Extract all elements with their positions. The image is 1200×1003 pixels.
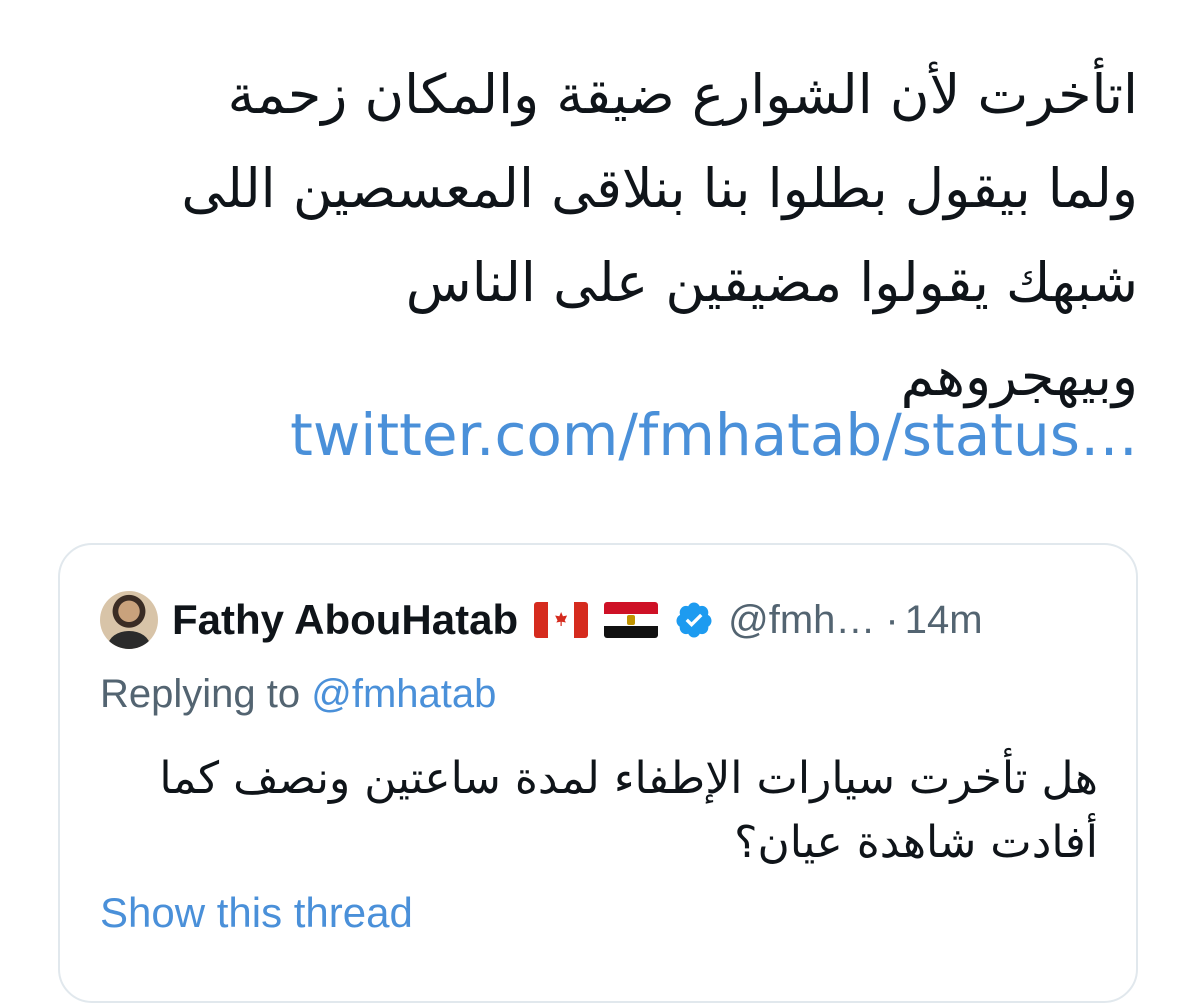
timestamp[interactable]: 14m [905,598,983,643]
quoted-tweet-link[interactable]: twitter.com/fmhatab/status… [290,400,1138,470]
verified-badge-icon [676,602,712,638]
replying-mention-link[interactable]: @fmhatab [311,672,496,716]
author-name[interactable]: Fathy AbouHatab [172,596,518,644]
separator-dot: · [885,597,899,642]
tweet-text-line: ولما بيقول بطلوا بنا بنلاقى المعسصين الل… [181,157,1138,220]
quoted-tweet-text: هل تأخرت سيارات الإطفاء لمدة ساعتين ونصف… [98,747,1098,875]
tweet-text-line: شبهك يقولوا مضيقين على الناس [405,251,1138,314]
avatar[interactable] [100,591,158,649]
canada-flag-icon [534,602,589,638]
egypt-flag-icon [604,602,659,638]
replying-to: Replying to @fmhatab [100,672,496,717]
quoted-tweet-card[interactable]: Fathy AbouHatab @fmh… · 14m Replying to … [58,543,1138,1003]
replying-prefix: Replying to [100,672,301,716]
author-handle[interactable]: @fmh… [728,598,875,643]
quoted-tweet-text-line: أفادت شاهدة عيان؟ [734,817,1098,868]
tweet-text: اتأخرت لأن الشوارع ضيقة والمكان زحمة ولم… [58,48,1138,424]
show-thread-link[interactable]: Show this thread [100,889,413,937]
quoted-tweet-text-line: هل تأخرت سيارات الإطفاء لمدة ساعتين ونصف… [159,753,1098,804]
quoted-tweet-header: Fathy AbouHatab @fmh… · 14m [100,587,983,653]
tweet-text-line: اتأخرت لأن الشوارع ضيقة والمكان زحمة [227,63,1138,126]
